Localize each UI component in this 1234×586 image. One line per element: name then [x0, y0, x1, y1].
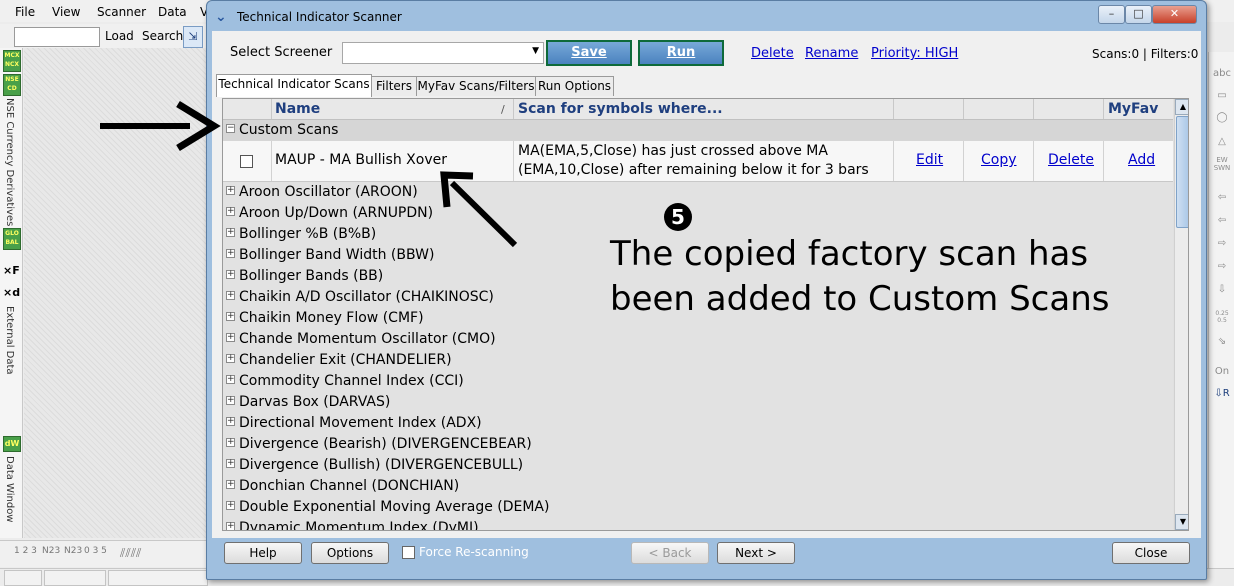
caption-line-2: been added to Custom Scans	[610, 279, 1110, 319]
step-number-badge: 5	[664, 203, 692, 231]
arrow-to-new-scan	[440, 171, 518, 248]
arrow-to-custom-scans	[100, 101, 221, 151]
caption-line-1: The copied factory scan has	[610, 234, 1089, 274]
annotation-caption: The copied factory scan has been added t…	[610, 232, 1109, 322]
